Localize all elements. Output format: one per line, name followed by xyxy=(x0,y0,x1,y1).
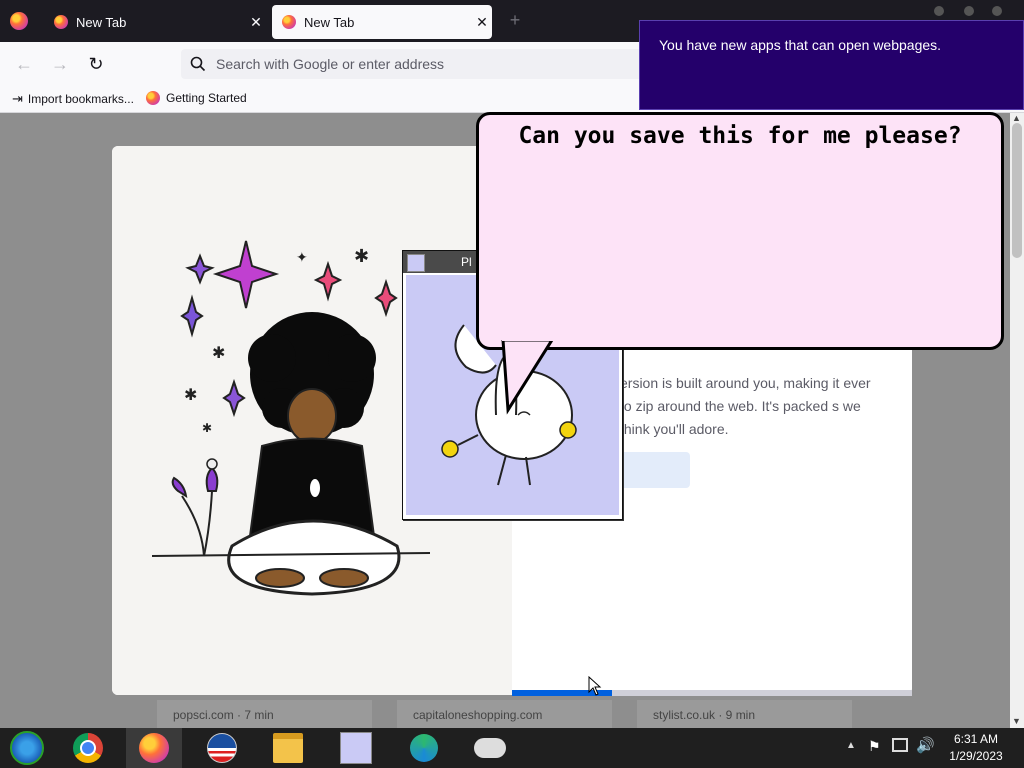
edge-icon[interactable] xyxy=(406,732,442,764)
back-button[interactable]: ← xyxy=(12,52,36,76)
buddy-title: Pl xyxy=(461,255,472,269)
scrollbar-thumb[interactable] xyxy=(1012,123,1022,258)
primary-button[interactable] xyxy=(620,452,690,488)
firefox-icon xyxy=(146,91,160,105)
svg-text:✱: ✱ xyxy=(354,246,369,266)
svg-text:✱: ✱ xyxy=(184,387,197,404)
clock-time: 6:31 AM xyxy=(953,732,999,746)
bookmark-label: Import bookmarks... xyxy=(27,92,134,106)
speech-bubble-tail xyxy=(501,340,554,415)
search-icon xyxy=(190,56,206,72)
firefox-icon xyxy=(54,15,68,29)
story-source: popsci.com · 7 min xyxy=(173,708,274,722)
svg-text:✦: ✦ xyxy=(296,249,308,265)
import-icon: ⇥ xyxy=(12,91,23,106)
scroll-up-icon[interactable]: ▲ xyxy=(1012,113,1021,123)
close-icon[interactable]: ✕ xyxy=(246,14,266,31)
window-controls xyxy=(934,6,1014,16)
welcome-body-text: ersion is built around you, making it ev… xyxy=(620,375,871,437)
svg-text:✱: ✱ xyxy=(212,345,225,362)
toast-message: You have new apps that can open webpages… xyxy=(659,37,942,53)
page-scrollbar[interactable]: ▲ ▼ xyxy=(1010,113,1024,728)
speech-bubble: Can you save this for me please? xyxy=(476,112,1004,350)
bunny-app-icon[interactable] xyxy=(338,732,374,764)
flag-icon[interactable]: ⚑ xyxy=(868,738,881,755)
pocket-stories: popsci.com · 7 min capitaloneshopping.co… xyxy=(112,700,912,728)
tray-overflow-icon[interactable]: ▲ xyxy=(846,740,856,751)
file-explorer-icon[interactable] xyxy=(270,732,306,764)
bunny-app-icon xyxy=(407,254,425,272)
story-source: capitaloneshopping.com xyxy=(413,708,543,722)
url-bar[interactable]: Search with Google or enter address xyxy=(181,49,651,79)
svg-text:✱: ✱ xyxy=(202,421,212,435)
reload-button[interactable]: ↻ xyxy=(84,52,108,76)
notification-toast[interactable]: You have new apps that can open webpages… xyxy=(639,20,1024,110)
tab-inactive[interactable]: New Tab ✕ xyxy=(44,5,266,39)
system-clock[interactable]: 6:31 AM 1/29/2023 xyxy=(930,731,1022,765)
obama-logo-icon[interactable] xyxy=(204,732,240,764)
bookmark-getting-started[interactable]: Getting Started xyxy=(146,91,247,105)
speech-bubble-text: Can you save this for me please? xyxy=(518,123,962,149)
tab-label: New Tab xyxy=(304,14,355,30)
gamepad-icon[interactable] xyxy=(472,732,508,764)
mouse-cursor-icon xyxy=(588,676,602,696)
chrome-icon[interactable] xyxy=(70,732,106,764)
tab-active[interactable]: New Tab ✕ xyxy=(272,5,492,39)
close-window-icon[interactable] xyxy=(992,6,1002,16)
forward-button[interactable]: → xyxy=(48,52,72,76)
maximize-icon[interactable] xyxy=(964,6,974,16)
minimize-icon[interactable] xyxy=(934,6,944,16)
firefox-view-icon[interactable] xyxy=(10,12,28,30)
tab-label: New Tab xyxy=(76,14,127,30)
url-placeholder: Search with Google or enter address xyxy=(216,56,445,72)
story-source: stylist.co.uk · 9 min xyxy=(653,708,756,722)
plus-icon[interactable]: + xyxy=(505,10,525,30)
clock-date: 1/29/2023 xyxy=(949,749,1003,763)
bookmark-import[interactable]: ⇥ Import bookmarks... xyxy=(12,91,134,107)
scroll-down-icon[interactable]: ▼ xyxy=(1012,716,1021,726)
taskbar: ▲ ⚑ 🔊 xyxy=(0,728,1024,768)
close-icon[interactable]: ✕ xyxy=(472,14,492,31)
firefox-icon xyxy=(282,15,296,29)
windows-start-icon[interactable] xyxy=(9,731,45,765)
bookmark-label: Getting Started xyxy=(166,91,247,105)
firefox-icon[interactable] xyxy=(126,728,182,768)
network-icon[interactable] xyxy=(892,738,908,752)
